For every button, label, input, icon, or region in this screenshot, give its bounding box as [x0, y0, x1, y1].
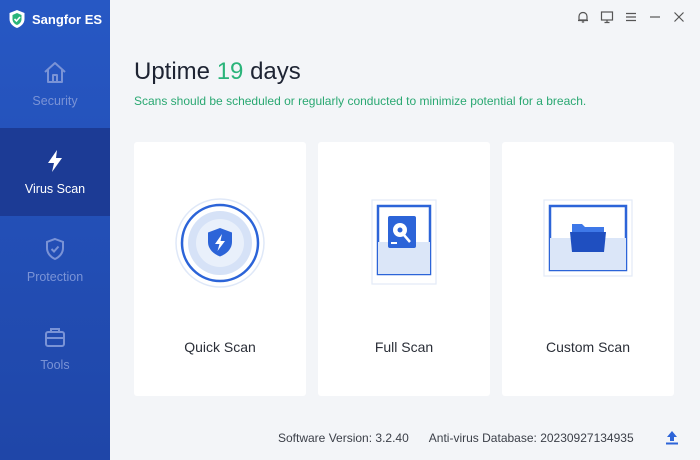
lightning-icon [48, 150, 62, 172]
upload-icon[interactable] [663, 428, 681, 446]
sidebar: Sangfor ES Security Virus Scan Protectio… [0, 0, 110, 460]
sidebar-item-label: Tools [40, 358, 70, 372]
uptime-days: 19 [216, 58, 244, 85]
sangfor-logo-icon [9, 10, 25, 28]
custom-scan-label: Custom Scan [545, 339, 631, 355]
bell-icon[interactable] [576, 10, 590, 24]
window-controls [576, 10, 686, 24]
brand: Sangfor ES [8, 8, 102, 30]
toolbox-icon [45, 328, 65, 347]
software-version: 3.2.40 [375, 431, 409, 445]
version-label: Software Version: [278, 431, 373, 445]
shield-lightning-icon [175, 198, 265, 288]
scan-advice: Scans should be scheduled or regularly c… [134, 94, 587, 108]
uptime-prefix: Uptime [134, 58, 211, 85]
quick-scan-label: Quick Scan [184, 339, 256, 355]
sidebar-item-security[interactable]: Security [0, 40, 110, 128]
database-version: 20230927134935 [540, 431, 634, 445]
folder-icon [543, 199, 633, 277]
sidebar-item-label: Security [32, 94, 78, 108]
close-icon[interactable] [672, 10, 686, 24]
monitor-icon[interactable] [600, 10, 614, 24]
shield-check-icon [46, 237, 64, 261]
sidebar-item-label: Virus Scan [24, 182, 86, 196]
uptime-heading: Uptime 19 days [134, 58, 301, 86]
menu-icon[interactable] [624, 10, 638, 24]
full-scan-label: Full Scan [374, 339, 434, 355]
disk-scan-icon [371, 199, 437, 285]
full-scan-card[interactable]: Full Scan [318, 142, 490, 396]
sidebar-item-tools[interactable]: Tools [0, 304, 110, 392]
sidebar-item-protection[interactable]: Protection [0, 216, 110, 304]
app-title: Sangfor ES [32, 11, 103, 27]
custom-scan-card[interactable]: Custom Scan [502, 142, 674, 396]
sidebar-item-label: Protection [26, 270, 84, 284]
sidebar-item-virus-scan[interactable]: Virus Scan [0, 128, 110, 216]
database-label: Anti-virus Database: [428, 431, 537, 445]
quick-scan-card[interactable]: Quick Scan [134, 142, 306, 396]
minimize-icon[interactable] [648, 10, 662, 24]
status-footer: Software Version: 3.2.40 Anti-virus Data… [278, 431, 634, 445]
home-icon [44, 62, 66, 83]
uptime-suffix: days [250, 58, 301, 85]
